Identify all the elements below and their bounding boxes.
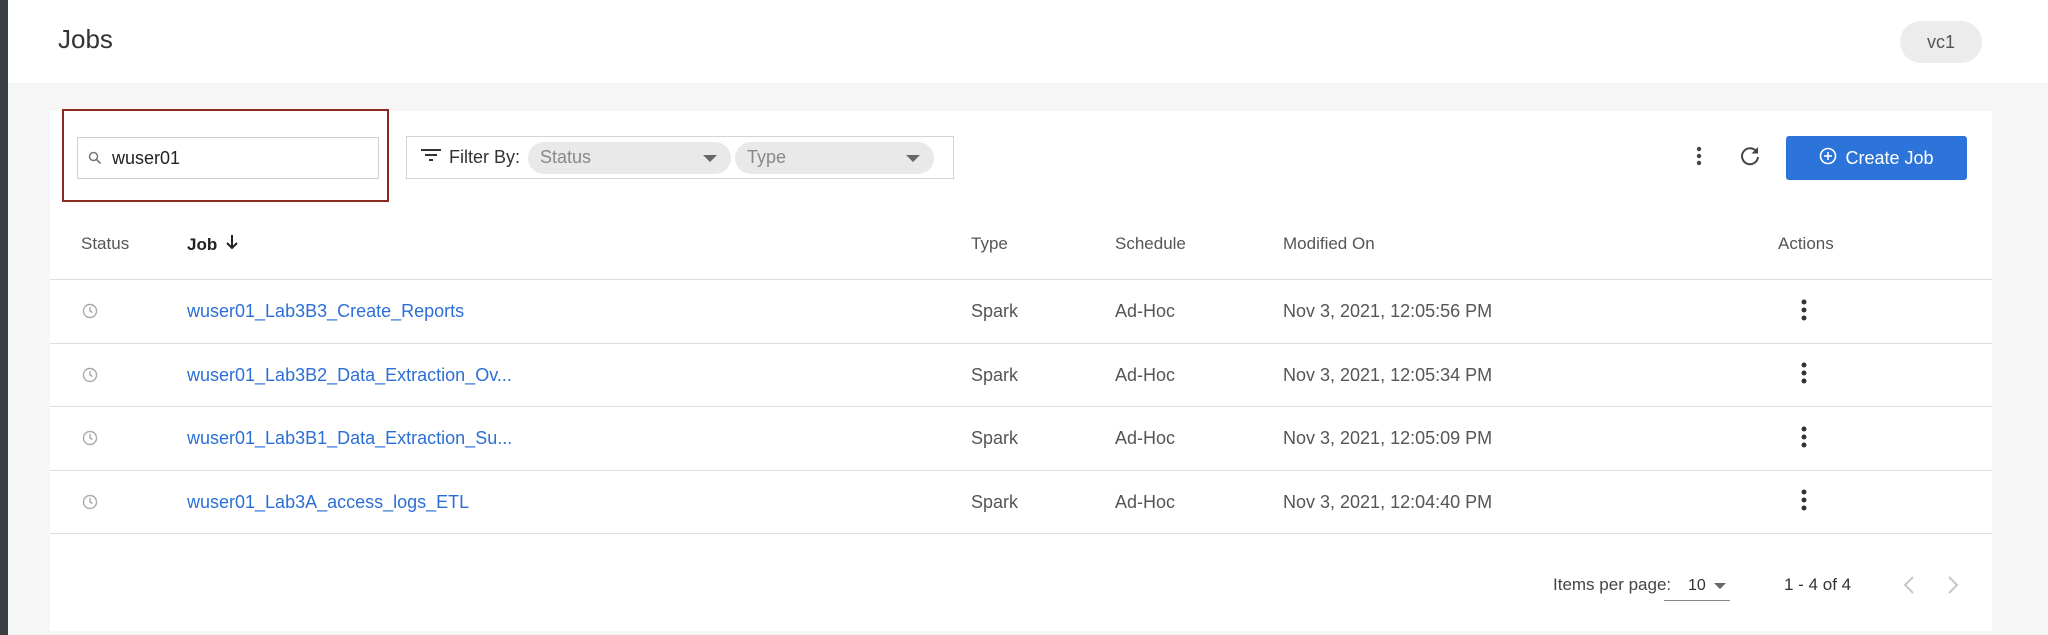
row-actions-button[interactable]: [1792, 362, 1816, 390]
row-actions-button[interactable]: [1792, 425, 1816, 453]
clock-icon: [82, 494, 98, 515]
items-per-page-select[interactable]: 10: [1664, 571, 1730, 601]
table-header: Status Job Type Schedule Modified On Act…: [50, 212, 1992, 280]
more-vert-icon: [1696, 146, 1702, 171]
job-schedule: Ad-Hoc: [1115, 428, 1176, 448]
more-vert-icon: [1801, 489, 1807, 516]
add-circle-icon: [1819, 147, 1837, 170]
table-row: wuser01_Lab3B3_Create_Reports Spark Ad-H…: [50, 280, 1992, 344]
more-vert-icon: [1801, 362, 1807, 389]
column-header-type[interactable]: Type: [971, 234, 1008, 254]
more-options-button[interactable]: [1684, 143, 1714, 173]
jobs-card: Filter By: Status Type Create Job: [50, 109, 1992, 631]
filter-icon: [421, 148, 441, 167]
filter-label: Filter By:: [449, 147, 521, 167]
items-per-page-value: 10: [1688, 576, 1706, 594]
job-modified: Nov 3, 2021, 12:05:09 PM: [1283, 428, 1493, 448]
table-row: wuser01_Lab3B2_Data_Extraction_Ov... Spa…: [50, 344, 1992, 407]
job-schedule: Ad-Hoc: [1115, 491, 1176, 512]
more-vert-icon: [1801, 426, 1807, 453]
search-field[interactable]: [77, 137, 379, 179]
filter-bar: Filter By: Status Type: [406, 136, 954, 179]
chevron-down-icon: [1714, 577, 1726, 595]
job-type: Spark: [971, 491, 1019, 512]
table-row: wuser01_Lab3B1_Data_Extraction_Su... Spa…: [50, 407, 1992, 471]
more-vert-icon: [1801, 299, 1807, 326]
previous-page-button[interactable]: [1902, 574, 1916, 601]
arrow-down-icon: [225, 234, 239, 255]
clock-icon: [82, 303, 98, 324]
column-header-modified[interactable]: Modified On: [1283, 234, 1375, 254]
status-filter-select[interactable]: Status: [528, 141, 732, 174]
row-actions-button[interactable]: [1792, 489, 1816, 517]
job-link[interactable]: wuser01_Lab3B3_Create_Reports: [187, 301, 464, 322]
column-header-schedule[interactable]: Schedule: [1115, 234, 1186, 254]
table-row: wuser01_Lab3A_access_logs_ETL Spark Ad-H…: [50, 471, 1992, 534]
column-header-job[interactable]: Job: [187, 234, 239, 255]
search-icon: [78, 151, 112, 165]
chevron-right-icon: [1946, 576, 1960, 600]
chevron-down-icon: [703, 147, 718, 168]
status-filter-placeholder: Status: [540, 147, 592, 167]
job-link[interactable]: wuser01_Lab3B2_Data_Extraction_Ov...: [187, 365, 512, 386]
virtual-cluster-selector[interactable]: vc1: [1900, 21, 1982, 63]
page-title: Jobs: [58, 24, 113, 54]
clock-icon: [82, 367, 98, 388]
create-job-button[interactable]: Create Job: [1786, 136, 1967, 180]
column-header-actions: Actions: [1778, 234, 1834, 253]
search-input[interactable]: [112, 147, 362, 169]
job-modified: Nov 3, 2021, 12:05:56 PM: [1283, 301, 1493, 321]
type-filter-placeholder: Type: [747, 147, 787, 167]
job-type: Spark: [971, 364, 1019, 385]
column-header-status[interactable]: Status: [81, 234, 129, 254]
top-bar: Jobs vc1: [8, 0, 2048, 83]
chevron-down-icon: [906, 147, 921, 168]
job-link[interactable]: wuser01_Lab3A_access_logs_ETL: [187, 492, 469, 513]
page-range: 1 - 4 of 4: [1784, 575, 1852, 594]
job-modified: Nov 3, 2021, 12:04:40 PM: [1283, 491, 1493, 512]
next-page-button[interactable]: [1946, 574, 1960, 601]
jobs-table: Status Job Type Schedule Modified On Act…: [50, 212, 1992, 534]
chevron-left-icon: [1902, 576, 1916, 600]
job-schedule: Ad-Hoc: [1115, 364, 1176, 385]
job-modified: Nov 3, 2021, 12:05:34 PM: [1283, 364, 1493, 385]
job-link[interactable]: wuser01_Lab3B1_Data_Extraction_Su...: [187, 428, 512, 449]
create-job-label: Create Job: [1845, 147, 1934, 168]
job-type: Spark: [971, 301, 1019, 321]
type-filter-select[interactable]: Type: [735, 141, 935, 174]
refresh-button[interactable]: [1734, 142, 1766, 174]
items-per-page-label: Items per page:: [1553, 575, 1672, 594]
column-header-job-label: Job: [187, 234, 218, 254]
refresh-icon: [1739, 145, 1761, 172]
app-window: Jobs vc1 Filter By: Status Type: [8, 0, 2048, 635]
job-schedule: Ad-Hoc: [1115, 301, 1176, 321]
pagination-bar: Items per page: 10 1 - 4 of 4: [50, 566, 1992, 606]
job-type: Spark: [971, 428, 1019, 448]
clock-icon: [82, 430, 98, 451]
row-actions-button[interactable]: [1792, 298, 1816, 326]
